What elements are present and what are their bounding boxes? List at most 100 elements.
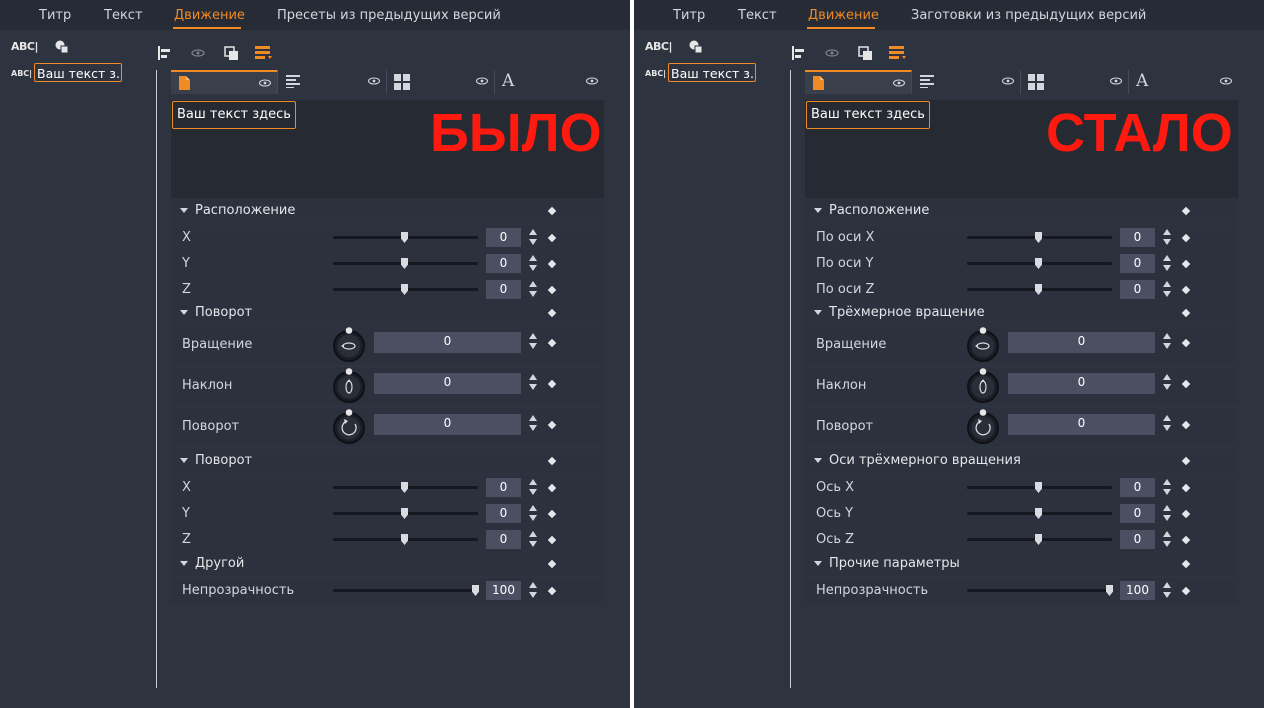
value-field[interactable]: 0 xyxy=(1120,228,1155,247)
rotation-dial[interactable] xyxy=(331,368,367,404)
spin-arrows[interactable] xyxy=(528,414,538,433)
keyframe-diamond-icon[interactable] xyxy=(1181,456,1191,466)
collapse-triangle-icon[interactable] xyxy=(814,208,822,213)
tab-presets[interactable]: Заготовки из предыдущих версий xyxy=(911,8,1146,23)
section-other[interactable]: Прочие параметры xyxy=(805,552,1238,576)
value-field[interactable]: 0 xyxy=(486,254,521,273)
keyframe-diamond-icon[interactable] xyxy=(1181,308,1191,318)
spin-arrows[interactable] xyxy=(528,373,538,392)
eye-icon[interactable] xyxy=(476,77,488,85)
rotation-dial[interactable] xyxy=(965,327,1001,363)
spin-arrows[interactable] xyxy=(528,228,538,247)
keyframe-diamond-icon[interactable] xyxy=(1181,509,1191,519)
subtab-paragraph[interactable] xyxy=(279,70,387,94)
spin-arrows[interactable] xyxy=(1162,332,1172,351)
tab-motion[interactable]: Движение xyxy=(174,8,245,23)
layer-list-icon[interactable] xyxy=(888,45,908,61)
value-field[interactable]: 0 xyxy=(486,280,521,299)
value-field[interactable]: 100 xyxy=(1120,581,1155,600)
slider-thumb[interactable] xyxy=(472,585,479,596)
slider-track[interactable] xyxy=(333,589,478,592)
value-field[interactable]: 0 xyxy=(1008,373,1155,394)
slider-thumb[interactable] xyxy=(401,508,408,519)
section-rotation-axes[interactable]: Оси трёхмерного вращения xyxy=(805,449,1238,473)
collapse-triangle-icon[interactable] xyxy=(180,208,188,213)
layer-list-icon[interactable] xyxy=(254,45,274,61)
spin-arrows[interactable] xyxy=(528,581,538,600)
keyframe-diamond-icon[interactable] xyxy=(547,308,557,318)
section-rotation[interactable]: Поворот xyxy=(171,301,604,325)
slider-thumb[interactable] xyxy=(401,232,408,243)
value-field[interactable]: 0 xyxy=(1008,332,1155,353)
spin-arrows[interactable] xyxy=(528,332,538,351)
preview-text[interactable]: Ваш текст здесь xyxy=(172,101,296,129)
eye-icon[interactable] xyxy=(1110,77,1122,85)
spin-arrows[interactable] xyxy=(1162,414,1172,433)
subtab-font[interactable]: A xyxy=(1129,70,1238,94)
section-rotation[interactable]: Трёхмерное вращение xyxy=(805,301,1238,325)
tab-text[interactable]: Текст xyxy=(104,8,143,23)
eye-icon[interactable] xyxy=(1002,77,1014,85)
spin-arrows[interactable] xyxy=(528,280,538,299)
collapse-triangle-icon[interactable] xyxy=(814,458,822,463)
slider-thumb[interactable] xyxy=(1035,534,1042,545)
subtab-font[interactable]: A xyxy=(495,70,604,94)
value-field[interactable]: 0 xyxy=(374,414,521,435)
slider-thumb[interactable] xyxy=(401,482,408,493)
slider-track[interactable] xyxy=(967,589,1112,592)
keyframe-diamond-icon[interactable] xyxy=(547,456,557,466)
value-field[interactable]: 100 xyxy=(486,581,521,600)
keyframe-diamond-icon[interactable] xyxy=(547,338,557,348)
abc-text-tool-icon[interactable]: ABC| xyxy=(11,40,39,53)
keyframe-diamond-icon[interactable] xyxy=(547,259,557,269)
keyframe-diamond-icon[interactable] xyxy=(547,509,557,519)
slider-thumb[interactable] xyxy=(1035,508,1042,519)
rotation-dial[interactable] xyxy=(965,409,1001,445)
value-field[interactable]: 0 xyxy=(374,373,521,394)
value-field[interactable]: 0 xyxy=(1120,478,1155,497)
eye-icon[interactable] xyxy=(259,79,271,87)
eye-icon[interactable] xyxy=(191,45,205,61)
subtab-layout[interactable] xyxy=(1021,70,1129,94)
subtab-document[interactable] xyxy=(171,70,278,94)
eye-icon[interactable] xyxy=(825,45,839,61)
slider-thumb[interactable] xyxy=(1035,258,1042,269)
abc-text-tool-icon[interactable]: ABC| xyxy=(645,40,673,53)
subtab-layout[interactable] xyxy=(387,70,495,94)
shapes-tool-icon[interactable] xyxy=(689,40,703,53)
layer-item[interactable]: Ваш текст з... xyxy=(668,63,756,82)
rotation-dial[interactable] xyxy=(965,368,1001,404)
subtab-paragraph[interactable] xyxy=(913,70,1021,94)
keyframe-diamond-icon[interactable] xyxy=(1181,338,1191,348)
value-field[interactable]: 0 xyxy=(486,530,521,549)
layer-item[interactable]: Ваш текст з... xyxy=(34,63,122,82)
arrange-icon[interactable] xyxy=(858,45,874,61)
keyframe-diamond-icon[interactable] xyxy=(547,420,557,430)
keyframe-diamond-icon[interactable] xyxy=(1181,535,1191,545)
spin-arrows[interactable] xyxy=(1162,530,1172,549)
spin-arrows[interactable] xyxy=(1162,581,1172,600)
keyframe-diamond-icon[interactable] xyxy=(547,285,557,295)
value-field[interactable]: 0 xyxy=(486,504,521,523)
rotation-dial[interactable] xyxy=(331,409,367,445)
collapse-triangle-icon[interactable] xyxy=(814,310,822,315)
value-field[interactable]: 0 xyxy=(1120,280,1155,299)
eye-icon[interactable] xyxy=(1220,77,1232,85)
keyframe-diamond-icon[interactable] xyxy=(547,559,557,569)
keyframe-diamond-icon[interactable] xyxy=(547,586,557,596)
slider-thumb[interactable] xyxy=(1035,482,1042,493)
keyframe-diamond-icon[interactable] xyxy=(1181,559,1191,569)
spin-arrows[interactable] xyxy=(528,254,538,273)
spin-arrows[interactable] xyxy=(1162,228,1172,247)
value-field[interactable]: 0 xyxy=(1008,414,1155,435)
value-field[interactable]: 0 xyxy=(374,332,521,353)
slider-thumb[interactable] xyxy=(401,534,408,545)
keyframe-diamond-icon[interactable] xyxy=(547,535,557,545)
section-position[interactable]: Расположение xyxy=(171,199,604,223)
spin-arrows[interactable] xyxy=(1162,373,1172,392)
collapse-triangle-icon[interactable] xyxy=(180,458,188,463)
value-field[interactable]: 0 xyxy=(1120,254,1155,273)
keyframe-diamond-icon[interactable] xyxy=(1181,586,1191,596)
eye-icon[interactable] xyxy=(368,77,380,85)
eye-icon[interactable] xyxy=(586,77,598,85)
